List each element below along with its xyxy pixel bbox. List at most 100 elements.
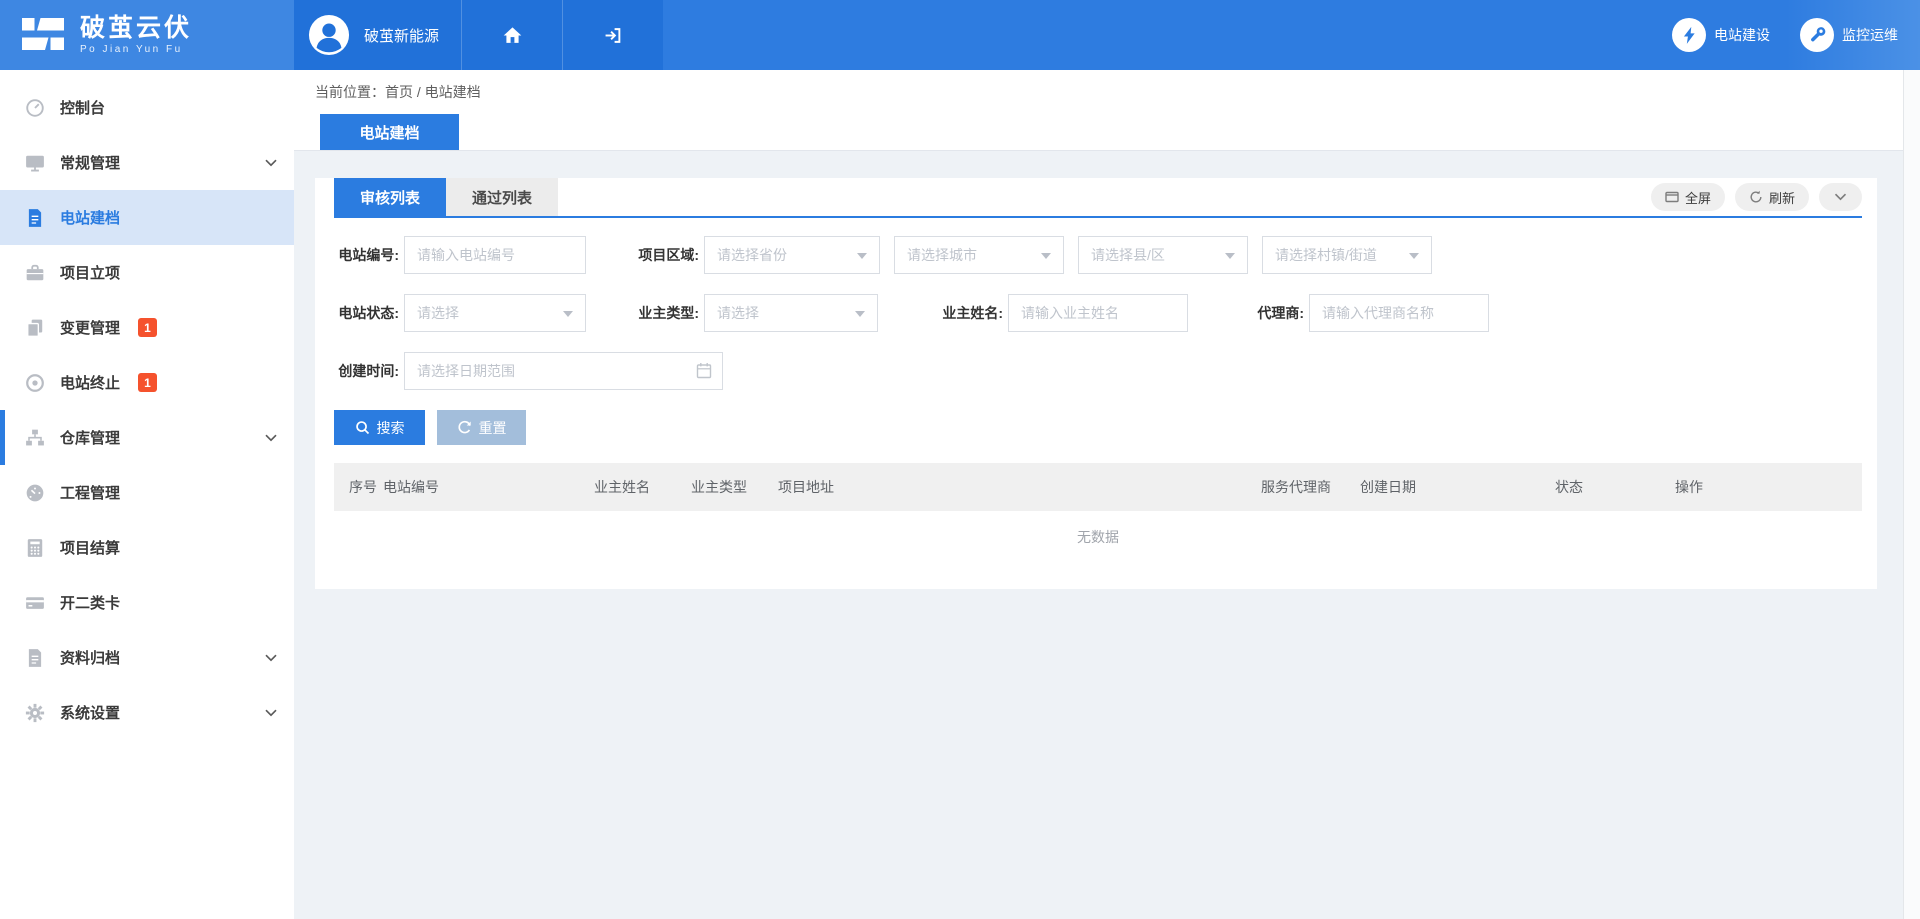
refresh-button[interactable]: 刷新 [1735,183,1809,211]
col-project-address: 项目地址 [778,477,1261,497]
panel-tab-bar: 审核列表 通过列表 全屏 刷新 [334,178,1862,218]
sign-in-icon [603,27,623,44]
home-icon [502,26,523,44]
search-icon [355,420,370,435]
search-form: 电站编号: 项目区域: 请选择省份 请选择城市 请选择县/区 [334,218,1862,445]
col-owner-name: 业主姓名 [594,477,691,497]
station-status-label: 电站状态: [334,303,404,323]
card-icon [25,593,45,613]
logo-subtitle: Po Jian Yun Fu [80,44,192,55]
sidebar: 控制台 常规管理 电站建档 [0,70,294,919]
col-station-no: 电站编号 [383,477,594,497]
chevron-down-icon [265,654,277,662]
province-select[interactable]: 请选择省份 [704,236,880,274]
scrollbar-track[interactable] [1903,70,1920,919]
caret-down-icon [857,253,867,264]
caret-down-icon [1225,253,1235,264]
tab-passed-list[interactable]: 通过列表 [446,178,558,216]
sidebar-item-system-settings[interactable]: 系统设置 [0,685,294,740]
briefcase-icon [25,263,45,283]
reset-button[interactable]: 重置 [437,410,526,445]
caret-down-icon [855,311,865,322]
empty-state-text: 无数据 [334,511,1862,563]
station-no-label: 电站编号: [334,245,404,265]
logo-mark-icon [20,17,66,53]
meter-icon [25,483,45,503]
nav-label: 电站建设 [1714,25,1770,45]
nav-station-construction[interactable]: 电站建设 [1672,0,1770,70]
sidebar-item-data-archive[interactable]: 资料归档 [0,630,294,685]
col-service-agent: 服务代理商 [1261,477,1360,497]
user-menu[interactable]: 破茧新能源 [294,0,461,70]
status-badge: 1 [138,373,157,392]
calculator-icon [25,538,45,558]
avatar [308,14,350,56]
reset-icon [457,420,472,435]
archive-icon [25,648,45,668]
app-logo: 破茧云伏 Po Jian Yun Fu [0,0,294,70]
sidebar-item-engineering-mgmt[interactable]: 工程管理 [0,465,294,520]
sidebar-item-station-archive[interactable]: 电站建档 [0,190,294,245]
owner-type-label: 业主类型: [636,303,704,323]
owner-name-label: 业主姓名: [938,303,1008,323]
col-owner-type: 业主类型 [691,477,778,497]
owner-name-input[interactable] [1008,294,1188,332]
main-content: 当前位置：首页 / 电站建档 电站建档 审核列表 通过列表 全屏 [294,70,1903,919]
town-select[interactable]: 请选择村镇/街道 [1262,236,1432,274]
copy-icon [25,318,45,338]
station-no-input[interactable] [404,236,586,274]
sidebar-item-project-initiation[interactable]: 项目立项 [0,245,294,300]
sidebar-item-project-settlement[interactable]: 项目结算 [0,520,294,575]
sidebar-item-console[interactable]: 控制台 [0,80,294,135]
create-time-label: 创建时间: [334,361,404,381]
app-header: 破茧云伏 Po Jian Yun Fu 破茧新能源 [0,0,1920,70]
sidebar-item-open-card[interactable]: 开二类卡 [0,575,294,630]
col-status: 状态 [1555,477,1675,497]
user-name: 破茧新能源 [364,25,439,46]
breadcrumb: 当前位置：首页 / 电站建档 [315,82,481,102]
monitor-icon [25,153,45,173]
sidebar-item-general-mgmt[interactable]: 常规管理 [0,135,294,190]
gear-icon [25,703,45,723]
breadcrumb-prefix: 当前位置： [315,84,385,100]
county-select[interactable]: 请选择县/区 [1078,236,1248,274]
review-panel: 审核列表 通过列表 全屏 刷新 [315,178,1877,589]
fullscreen-button[interactable]: 全屏 [1651,183,1725,211]
home-button[interactable] [461,0,562,70]
app-root: 破茧云伏 Po Jian Yun Fu 破茧新能源 [0,0,1920,919]
search-button[interactable]: 搜索 [334,410,425,445]
breadcrumb-path[interactable]: 首页 / 电站建档 [385,84,481,100]
collapse-button[interactable] [1819,183,1862,211]
refresh-icon [1749,190,1763,204]
document-icon [25,208,45,228]
col-create-date: 创建日期 [1360,477,1555,497]
page-tab-station-archive[interactable]: 电站建档 [320,114,459,150]
chevron-down-icon [265,709,277,717]
sidebar-item-change-mgmt[interactable]: 变更管理 1 [0,300,294,355]
caret-down-icon [1041,253,1051,264]
agent-label: 代理商: [1248,303,1309,323]
owner-type-select[interactable]: 请选择 [704,294,878,332]
sidebar-item-station-termination[interactable]: 电站终止 1 [0,355,294,410]
sitemap-icon [25,428,45,448]
record-icon [25,373,45,393]
active-marker [0,410,5,465]
calendar-icon [696,362,712,384]
nav-monitoring[interactable]: 监控运维 [1800,0,1898,70]
lightning-icon [1672,18,1706,52]
gauge-icon [25,98,45,118]
status-badge: 1 [138,318,157,337]
caret-down-icon [563,311,573,322]
sidebar-item-warehouse-mgmt[interactable]: 仓库管理 [0,410,294,465]
region-label: 项目区域: [636,245,704,265]
caret-down-icon [1409,253,1419,264]
nav-label: 监控运维 [1842,25,1898,45]
col-index: 序号 [334,477,383,497]
agent-input[interactable] [1309,294,1489,332]
station-status-select[interactable]: 请选择 [404,294,586,332]
tab-review-list[interactable]: 审核列表 [334,178,446,216]
logout-button[interactable] [562,0,663,70]
city-select[interactable]: 请选择城市 [894,236,1064,274]
wrench-icon [1800,18,1834,52]
date-range-input[interactable] [404,352,723,390]
